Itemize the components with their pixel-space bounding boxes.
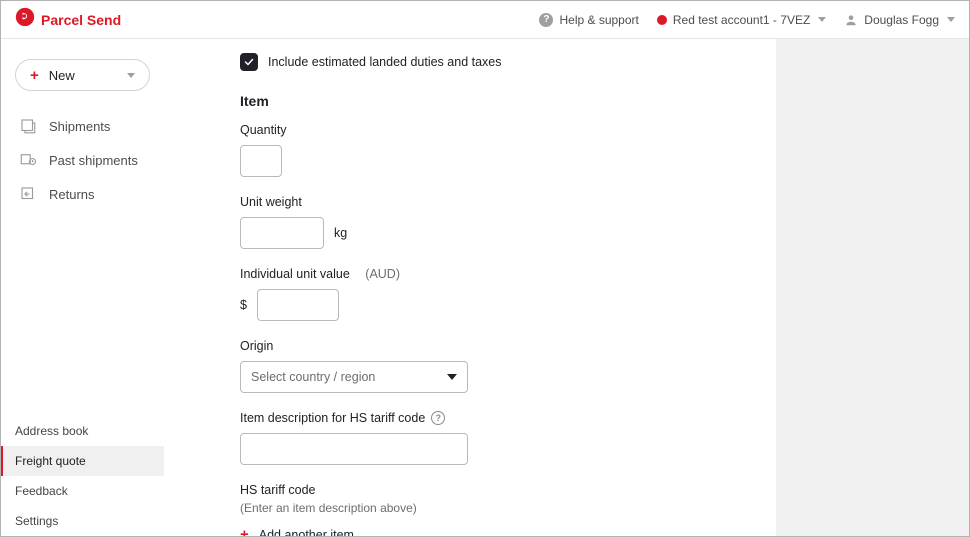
form-area: Include estimated landed duties and taxe… [164,39,776,536]
app-frame: Parcel Send ? Help & support Red test ac… [0,0,970,537]
primary-nav: Shipments Past shipments Returns [1,109,164,211]
nav-label: Shipments [49,119,110,134]
hs-tariff-field: HS tariff code (Enter an item descriptio… [240,483,752,515]
origin-placeholder: Select country / region [251,370,375,384]
nav-label: Past shipments [49,153,138,168]
account-label: Red test account1 - 7VEZ [673,13,810,27]
add-item-label: Add another item [259,528,354,537]
nav-settings[interactable]: Settings [1,506,164,536]
quantity-input[interactable] [240,145,282,177]
item-description-label-text: Item description for HS tariff code [240,411,425,425]
item-section-title: Item [240,93,752,109]
new-button[interactable]: + New [15,59,150,91]
unit-weight-label: Unit weight [240,195,752,209]
add-another-item-button[interactable]: + Add another item [240,527,752,536]
nav-feedback[interactable]: Feedback [1,476,164,506]
chevron-down-icon [447,374,457,380]
form-inner: Include estimated landed duties and taxe… [164,39,776,536]
item-description-field: Item description for HS tariff code ? [240,411,752,465]
unit-value-label-text: Individual unit value [240,267,350,281]
shipments-icon [19,117,37,135]
chevron-down-icon [947,17,955,22]
account-switcher[interactable]: Red test account1 - 7VEZ [657,13,826,27]
include-duties-checkbox[interactable] [240,53,258,71]
help-label: Help & support [559,13,638,27]
chevron-down-icon [127,73,135,78]
plus-icon: + [30,68,39,83]
account-status-icon [657,15,667,25]
returns-icon [19,185,37,203]
sidebar: + New Shipments Past shipments [1,39,164,536]
quantity-label: Quantity [240,123,752,137]
plus-icon: + [240,527,249,536]
unit-weight-input[interactable] [240,217,324,249]
user-label: Douglas Fogg [864,13,939,27]
unit-value-row: $ [240,289,752,321]
nav-freight-quote[interactable]: Freight quote [1,446,164,476]
unit-weight-field: Unit weight kg [240,195,752,249]
nav-past-shipments[interactable]: Past shipments [1,143,164,177]
chevron-down-icon [818,17,826,22]
help-support-link[interactable]: ? Help & support [539,13,638,27]
secondary-nav: Address book Freight quote Feedback Sett… [1,416,164,536]
brand[interactable]: Parcel Send [15,7,121,32]
right-gutter [776,39,969,536]
nav-returns[interactable]: Returns [1,177,164,211]
include-duties-label: Include estimated landed duties and taxe… [268,55,502,69]
nav-label: Returns [49,187,95,202]
brand-name: Parcel Send [41,12,121,28]
origin-select[interactable]: Select country / region [240,361,468,393]
unit-value-label: Individual unit value (AUD) [240,267,752,281]
help-icon: ? [539,13,553,27]
unit-value-currency: (AUD) [365,267,400,281]
new-button-left: + New [30,68,75,83]
sidebar-spacer [1,211,164,416]
content-wrap: Include estimated landed duties and taxe… [164,39,969,536]
origin-field: Origin Select country / region [240,339,752,393]
info-icon[interactable]: ? [431,411,445,425]
item-description-label: Item description for HS tariff code ? [240,411,752,425]
brand-logo-icon [15,7,35,32]
user-icon [844,13,858,27]
app-body: + New Shipments Past shipments [1,39,969,536]
app-header: Parcel Send ? Help & support Red test ac… [1,1,969,39]
hs-tariff-hint: (Enter an item description above) [240,501,752,515]
past-shipments-icon [19,151,37,169]
user-menu[interactable]: Douglas Fogg [844,13,955,27]
weight-unit: kg [334,226,347,240]
unit-value-input[interactable] [257,289,339,321]
item-description-input[interactable] [240,433,468,465]
include-duties-row: Include estimated landed duties and taxe… [240,53,752,71]
nav-shipments[interactable]: Shipments [1,109,164,143]
origin-label: Origin [240,339,752,353]
hs-tariff-label: HS tariff code [240,483,752,497]
nav-address-book[interactable]: Address book [1,416,164,446]
unit-value-field: Individual unit value (AUD) $ [240,267,752,321]
unit-weight-row: kg [240,217,752,249]
new-button-label: New [49,68,75,83]
quantity-field: Quantity [240,123,752,177]
currency-symbol: $ [240,298,247,312]
